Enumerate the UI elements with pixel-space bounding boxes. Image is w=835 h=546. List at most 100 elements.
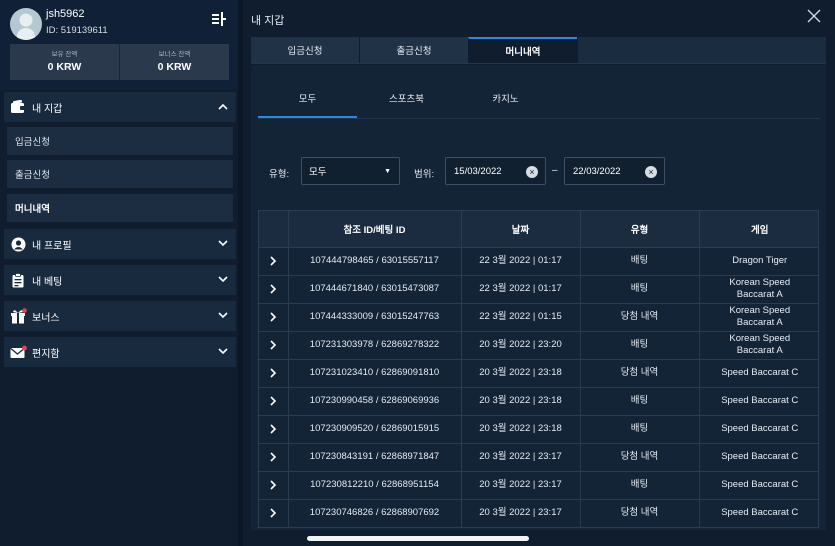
table-row[interactable]: 107444798465 / 63015557117 22 3월 2022 | 0… [259, 247, 818, 276]
user-icon [9, 235, 27, 253]
table-row[interactable]: 107230990458 / 62869069936 20 3월 2022 | 2… [259, 387, 818, 416]
cell-game: Korean Speed Baccarat A [699, 303, 818, 332]
chevron-right-icon [270, 312, 277, 322]
balance-box: 보유 잔액 0 KRW 보너스 잔액 0 KRW [10, 44, 229, 80]
transactions-table[interactable]: 참조 ID/베팅 ID 날짜 유형 게임 107444798465 / 6301… [258, 210, 819, 528]
cell-game: Speed Baccarat C [699, 415, 818, 444]
expand-row-button[interactable] [259, 471, 289, 500]
date-to-input[interactable]: 22/03/2022 × [564, 157, 665, 185]
cell-date: 22 3월 2022 | 01:17 [461, 247, 581, 276]
username: jsh5962 [46, 8, 85, 20]
date-from-input[interactable]: 15/03/2022 × [445, 157, 546, 185]
chevron-down-icon [216, 347, 230, 358]
cell-type: 당첨 내역 [580, 499, 700, 527]
table-row[interactable]: 107230909520 / 62869015915 20 3월 2022 | 2… [259, 415, 818, 444]
bonus-balance: 보너스 잔액 0 KRW [119, 44, 229, 80]
cell-game: Speed Baccarat C [699, 443, 818, 472]
expand-column-header [259, 211, 289, 248]
table-row[interactable]: 107231303978 / 62869278322 20 3월 2022 | 2… [259, 331, 818, 360]
expand-row-button[interactable] [259, 331, 289, 360]
gift-icon [9, 307, 27, 325]
avatar[interactable] [10, 8, 42, 40]
expand-row-button[interactable] [259, 303, 289, 332]
expand-row-button[interactable] [259, 387, 289, 416]
sidebar-item-wallet[interactable]: 내 지갑 [4, 92, 236, 122]
menu-toggle-icon[interactable] [210, 10, 228, 28]
cell-type: 배팅 [580, 415, 700, 444]
caret-down-icon: ▼ [384, 168, 391, 175]
cell-game: Speed Baccarat C [699, 499, 818, 527]
cell-game: Speed Baccarat C [699, 471, 818, 500]
table-row[interactable]: 107231023410 / 62869091810 20 3월 2022 | 2… [259, 359, 818, 388]
expand-row-button[interactable] [259, 275, 289, 304]
cell-type: 배팅 [580, 275, 700, 304]
profile-card: jsh5962 ID: 519139611 보유 잔액 0 KRW 보너스 잔액… [0, 0, 238, 90]
sidebar-item-my-bets[interactable]: 내 베팅 [4, 265, 236, 295]
tab-bar: 입금신청 출금신청 머니내역 [251, 37, 826, 64]
subtab-all[interactable]: 모두 [258, 91, 357, 107]
chevron-down-icon [216, 275, 230, 286]
range-separator: – [552, 165, 558, 176]
sidebar-item-label: 편지함 [32, 348, 60, 360]
expand-row-button[interactable] [259, 247, 289, 276]
tab-money-history[interactable]: 머니내역 [468, 37, 577, 63]
sidebar-item-bonus[interactable]: 보너스 [4, 301, 236, 331]
cell-type: 배팅 [580, 247, 700, 276]
table-row[interactable]: 107230746826 / 62868907692 20 3월 2022 | 2… [259, 499, 818, 527]
expand-row-button[interactable] [259, 359, 289, 388]
sidebar-item-label: 내 프로필 [32, 240, 72, 252]
cell-reference-id: 107230843191 / 62868971847 [288, 443, 462, 472]
cell-reference-id: 107231303978 / 62869278322 [288, 331, 462, 360]
table-row[interactable]: 107444671840 / 63015473087 22 3월 2022 | 0… [259, 275, 818, 304]
type-select[interactable]: 모두 ▼ [301, 157, 400, 185]
chevron-down-icon [216, 311, 230, 322]
expand-row-button[interactable] [259, 499, 289, 527]
sidebar-subitem-money-history[interactable]: 머니내역 [7, 194, 233, 222]
cell-game: Korean Speed Baccarat A [699, 331, 818, 360]
sidebar-item-label: 내 베팅 [32, 276, 63, 288]
table-row[interactable]: 107230843191 / 62868971847 20 3월 2022 | 2… [259, 443, 818, 472]
cell-reference-id: 107230746826 / 62868907692 [288, 499, 462, 527]
close-icon[interactable] [805, 7, 823, 25]
column-header-type[interactable]: 유형 [580, 211, 700, 248]
sidebar-subitem-withdraw[interactable]: 출금신청 [7, 160, 233, 188]
divider [258, 118, 820, 119]
expand-row-button[interactable] [259, 415, 289, 444]
bonus-balance-label: 보너스 잔액 [158, 51, 191, 58]
column-header-reference-id[interactable]: 참조 ID/베팅 ID [288, 211, 462, 248]
sidebar-item-profile[interactable]: 내 프로필 [4, 229, 236, 259]
clear-date-to-icon[interactable]: × [645, 166, 657, 178]
cell-reference-id: 107230909520 / 62869015915 [288, 415, 462, 444]
chevron-down-icon [216, 239, 230, 250]
expand-row-button[interactable] [259, 443, 289, 472]
sidebar-subitem-deposit[interactable]: 입금신청 [7, 127, 233, 155]
subtab-casino[interactable]: 카지노 [456, 91, 555, 107]
subtab-sportsbook[interactable]: 스포츠북 [357, 91, 456, 107]
chevron-right-icon [270, 340, 277, 350]
cell-type: 배팅 [580, 471, 700, 500]
date-to-value: 22/03/2022 [573, 165, 621, 177]
cell-reference-id: 107230990458 / 62869069936 [288, 387, 462, 416]
chevron-right-icon [270, 480, 277, 490]
table-row[interactable]: 107230812210 / 62868951154 20 3월 2022 | 2… [259, 471, 818, 500]
table-row[interactable]: 107444333009 / 63015247763 22 3월 2022 | 0… [259, 303, 818, 332]
user-id: ID: 519139611 [46, 25, 108, 36]
balance-value: 0 KRW [47, 61, 82, 73]
date-from-value: 15/03/2022 [454, 165, 502, 177]
clear-date-from-icon[interactable]: × [526, 166, 538, 178]
column-header-date[interactable]: 날짜 [461, 211, 581, 248]
table-header-row: 참조 ID/베팅 ID 날짜 유형 게임 [259, 211, 818, 248]
home-indicator [307, 536, 529, 541]
tab-deposit[interactable]: 입금신청 [251, 37, 359, 63]
clipboard-icon [9, 271, 27, 289]
cell-date: 20 3월 2022 | 23:18 [461, 359, 581, 388]
table-body: 107444798465 / 63015557117 22 3월 2022 | 0… [259, 247, 818, 527]
tab-withdraw[interactable]: 출금신청 [359, 37, 468, 63]
chevron-right-icon [270, 424, 277, 434]
sidebar-item-inbox[interactable]: 편지함 [4, 337, 236, 367]
mail-icon [9, 343, 27, 361]
main-balance: 보유 잔액 0 KRW [10, 44, 119, 80]
column-header-game[interactable]: 게임 [699, 211, 818, 248]
balance-label: 보유 잔액 [51, 51, 78, 58]
cell-reference-id: 107230812210 / 62868951154 [288, 471, 462, 500]
